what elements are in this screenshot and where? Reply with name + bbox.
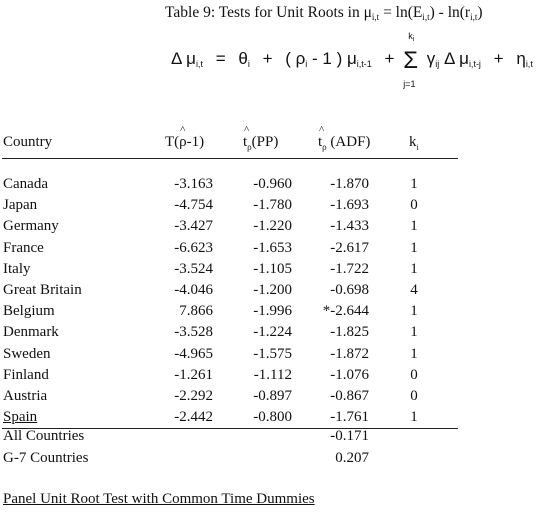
header-k: ki [409,134,419,152]
summary-label: G-7 Countries [3,450,89,466]
t-pp-cell: -0.800 [253,409,292,426]
t-rho-cell: -3.427 [174,218,213,235]
t-rho-cell: -3.528 [174,324,213,341]
t-rho-cell: -4.965 [174,345,213,362]
country-cell: France [3,239,44,256]
k-cell: 1 [410,345,418,362]
country-cell: Japan [3,197,38,214]
t-pp-cell: -1.220 [253,218,292,235]
country-cell: Great Britain [3,282,82,298]
table-row: Austria -2.292 -0.897 -0.867 0 [0,388,540,409]
t-pp-cell: -1.200 [253,282,292,298]
table-row: Great Britain -4.046 -1.200 -0.698 4 [0,282,540,303]
t-adf-cell: -1.825 [330,324,369,341]
summary-adf: 0.207 [335,450,369,466]
t-pp-cell: -1.112 [253,366,292,383]
k-cell: 4 [410,282,418,298]
panel-heading: Panel Unit Root Test with Common Time Du… [3,491,315,507]
t-rho-cell: -3.524 [174,260,213,277]
country-cell: Sweden [3,345,51,362]
t-pp-cell: -0.897 [253,388,292,404]
t-pp-cell: -1.575 [253,345,292,362]
model-equation: Δ μi,t = θi + ( ρi - 1 ) μi,t-1 + ki Σj=1… [171,31,533,89]
t-adf-cell: -0.698 [330,282,369,298]
t-adf-cell: -1.872 [330,345,369,362]
summary-label: All Countries [3,428,85,444]
summary-adf: -0.171 [330,428,369,444]
k-cell: 1 [410,239,418,256]
t-rho-cell: -4.046 [174,282,213,298]
t-adf-cell: -1.076 [330,366,369,383]
t-adf-cell: -1.433 [330,218,369,235]
k-cell: 1 [410,176,418,192]
t-rho-cell: -1.261 [174,366,213,383]
country-cell: Italy [3,260,31,277]
t-pp-cell: -1.224 [253,324,292,341]
t-adf-cell: -0.867 [330,388,369,404]
summation-symbol: ki Σj=1 [403,31,419,89]
k-cell: 1 [410,324,418,341]
k-cell: 0 [410,197,418,214]
t-pp-cell: -0.960 [253,176,292,192]
header-country: Country [3,134,53,150]
k-cell: 1 [410,303,418,320]
header-t-adf: tρ (ADF) [318,124,370,152]
table-row: Japan -4.754 -1.780 -1.693 0 [0,197,540,218]
t-rho-cell: -6.623 [174,239,213,256]
summary-row-all: All Countries -0.171 [0,428,540,449]
table-row: Germany -3.427 -1.220 -1.433 1 [0,218,540,239]
t-adf-cell: -2.617 [330,239,369,256]
summary-row-g7: G-7 Countries 0.207 [0,450,540,471]
t-adf-cell: -1.870 [330,176,369,192]
k-cell: 1 [410,260,418,277]
t-adf-cell: *-2.644 [322,303,369,320]
t-rho-cell: -2.442 [174,409,213,426]
t-rho-cell: -3.163 [174,176,213,192]
t-pp-cell: -1.653 [253,239,292,256]
header-rule [2,158,458,159]
table-title: Table 9: Tests for Unit Roots in μi,t = … [165,4,483,22]
t-adf-cell: -1.761 [330,409,369,426]
t-adf-cell: -1.693 [330,197,369,214]
country-cell: Spain [3,409,38,426]
t-adf-cell: -1.722 [330,260,369,277]
country-cell: Finland [3,366,49,383]
k-cell: 1 [410,409,418,426]
k-cell: 1 [410,218,418,235]
t-pp-cell: -1.996 [253,303,292,320]
t-pp-cell: -1.105 [253,260,292,277]
table-header-row: Country T(ρ-1) tρ(PP) tρ (ADF) ki [0,124,540,155]
country-cell: Germany [3,218,59,235]
k-cell: 0 [410,388,418,404]
k-cell: 0 [410,366,418,383]
table-row: Denmark -3.528 -1.224 -1.825 1 [0,324,540,345]
table-row: Sweden -4.965 -1.575 -1.872 1 [0,346,540,367]
country-cell: Canada [3,176,48,192]
t-rho-cell: -2.292 [174,388,213,404]
table-row: Canada -3.163 -0.960 -1.870 1 [0,176,540,197]
country-cell: Austria [3,388,48,404]
header-t-rho: T(ρ-1) [165,124,204,151]
t-rho-cell: -4.754 [174,197,213,214]
t-pp-cell: -1.780 [253,197,292,214]
country-cell: Denmark [3,324,59,341]
t-rho-cell: 7.866 [179,303,213,320]
table-row: Belgium 7.866 -1.996 *-2.644 1 [0,303,540,324]
table-row: Italy -3.524 -1.105 -1.722 1 [0,261,540,282]
header-t-pp: tρ(PP) [243,124,278,152]
table-row: France -6.623 -1.653 -2.617 1 [0,240,540,261]
table-row: Finland -1.261 -1.112 -1.076 0 [0,367,540,388]
country-cell: Belgium [3,303,55,320]
